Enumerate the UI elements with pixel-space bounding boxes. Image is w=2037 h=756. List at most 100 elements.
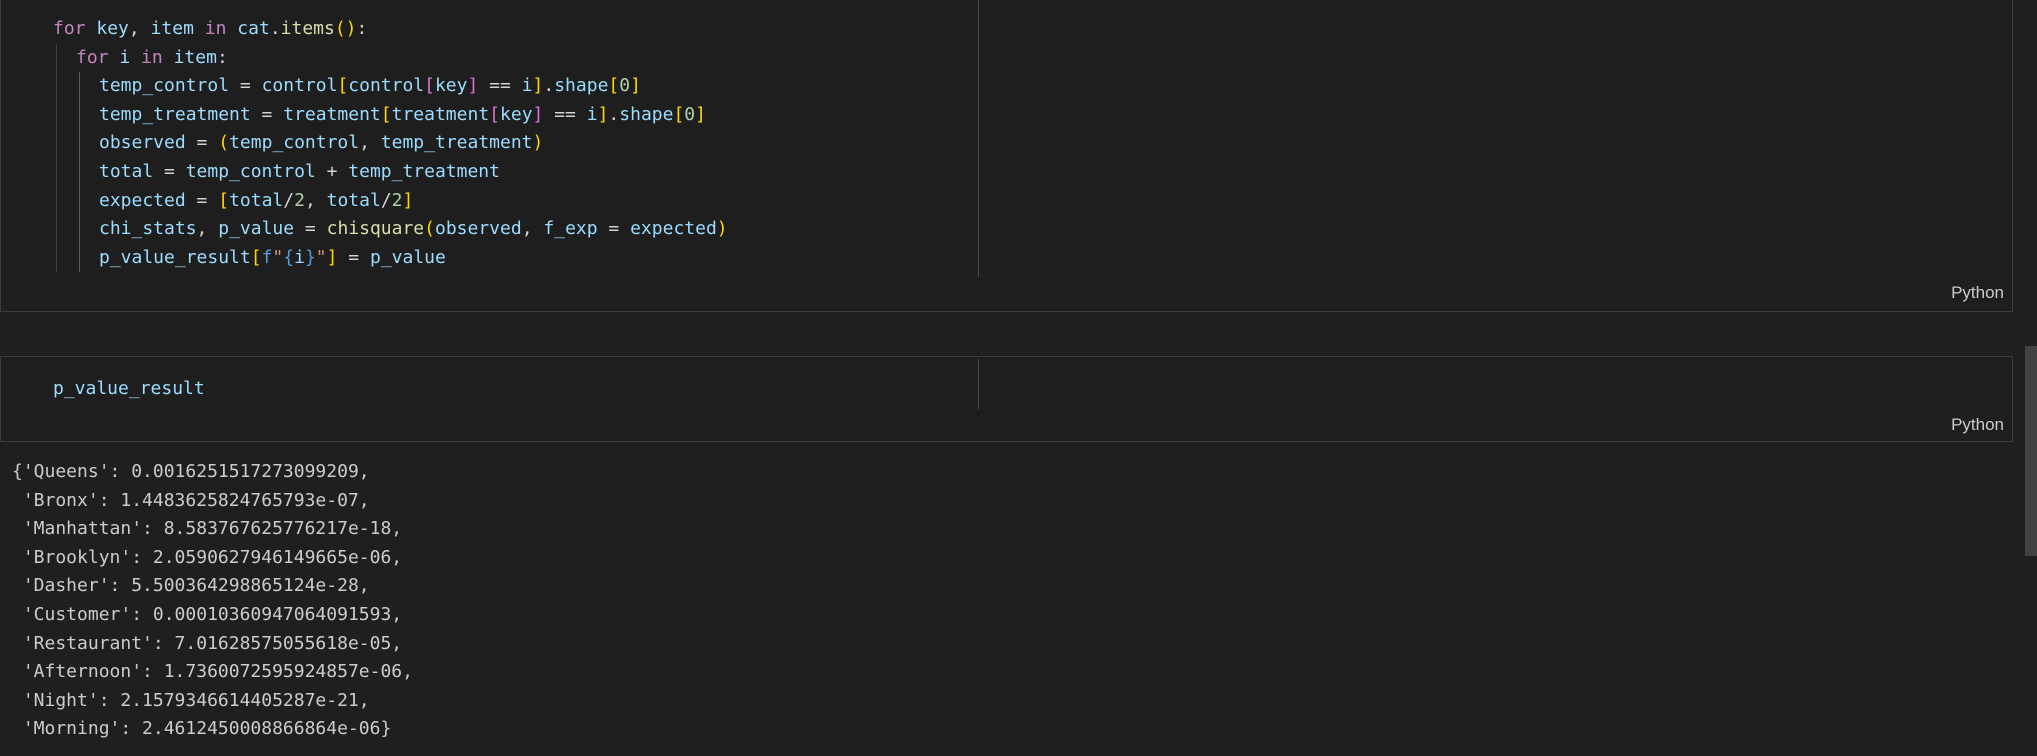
code-token: ] — [402, 189, 414, 211]
code-line: total = temp_control + temp_treatment — [53, 157, 728, 187]
code-token: for — [76, 46, 109, 68]
output-line: 'Restaurant': 7.01628575055618e-05, — [12, 632, 403, 654]
indent-guide — [56, 186, 57, 216]
code-token: i — [586, 103, 598, 125]
scrollbar-thumb[interactable] — [2025, 346, 2037, 556]
code-token: == — [478, 75, 522, 97]
output-line: 'Dasher': 5.500364298865124e-28, — [12, 575, 370, 597]
code-token: ) — [532, 132, 544, 154]
indent-guide — [56, 72, 57, 101]
code-token: . — [543, 75, 555, 97]
code-token: temp_control — [229, 132, 360, 154]
code-token: = — [153, 160, 186, 182]
code-token: { — [283, 246, 295, 268]
code-token: key — [500, 103, 533, 125]
code-token: temp_control — [99, 75, 230, 97]
code-token: " — [272, 246, 284, 268]
code-token: + — [315, 160, 349, 182]
code-token: 2 — [294, 189, 305, 211]
code-token: / — [283, 189, 295, 211]
code-token: items — [280, 18, 335, 39]
code-cell-2[interactable]: p_value_result Python — [0, 356, 2013, 442]
code-token: } — [304, 246, 316, 268]
code-token: temp_control — [185, 160, 316, 182]
output-line: 'Night': 2.1579346614405287e-21, — [12, 689, 370, 711]
code-token: [ — [424, 75, 435, 97]
editor-divider — [978, 359, 979, 409]
code-token: i — [119, 46, 131, 68]
code-token: , — [304, 189, 327, 211]
indent-guide — [79, 215, 80, 244]
indent-guide — [56, 100, 57, 130]
code-token: temp_treatment — [348, 160, 500, 182]
cell-language-label[interactable]: Python — [1951, 283, 2004, 303]
code-token: [ — [218, 189, 230, 211]
output-line: {'Queens': 0.0016251517273099209, — [12, 461, 370, 482]
code-token: ] — [532, 75, 544, 97]
code-token: ( — [424, 218, 435, 240]
code-token: ] — [532, 103, 544, 125]
code-token: ] — [630, 75, 641, 97]
code-editor[interactable]: p_value_result — [53, 375, 205, 404]
code-token: f_exp — [543, 218, 598, 240]
code-token: . — [269, 18, 281, 39]
code-token: [ — [608, 75, 620, 97]
cell-language-label[interactable]: Python — [1951, 415, 2004, 435]
indent-guide — [79, 157, 80, 187]
indent-guide — [56, 157, 57, 187]
code-token: ] — [467, 75, 479, 97]
code-token: total — [99, 160, 154, 182]
code-token: control — [261, 75, 338, 97]
code-token: item — [173, 46, 217, 68]
code-token: observed — [99, 132, 186, 154]
code-token: , — [128, 18, 151, 39]
code-token: [ — [673, 103, 685, 125]
code-token: ] — [695, 103, 706, 125]
output-line: 'Brooklyn': 2.0590627946149665e-06, — [12, 546, 403, 568]
code-token: = — [185, 132, 219, 154]
code-line: temp_control = control[control[key] == i… — [53, 72, 728, 101]
editor-divider — [978, 0, 979, 277]
code-token: cat — [237, 18, 270, 39]
code-token: [ — [380, 103, 392, 125]
code-token: item — [150, 18, 194, 39]
indent-guide — [79, 129, 80, 158]
code-token: temp_treatment — [99, 103, 251, 125]
code-token: = — [185, 189, 219, 211]
code-token: , — [521, 218, 544, 240]
code-editor[interactable]: for key, item in cat.items(): for i in it… — [53, 15, 728, 273]
code-token: [ — [489, 103, 501, 125]
code-cell-1[interactable]: for key, item in cat.items(): for i in it… — [0, 0, 2013, 312]
code-token: 2 — [391, 189, 403, 211]
indent-guide — [56, 43, 57, 73]
code-token: in — [141, 46, 163, 68]
code-token: shape — [619, 103, 674, 125]
code-token: 0 — [619, 75, 631, 97]
code-token: 0 — [684, 103, 696, 125]
code-token: == — [543, 103, 587, 125]
indent-guide — [79, 100, 80, 130]
code-token: , — [196, 218, 219, 240]
code-token: p_value_result — [99, 246, 251, 268]
output-line: 'Morning': 2.4612450008866864e-06} — [12, 718, 392, 740]
code-line: observed = (temp_control, temp_treatment… — [53, 129, 728, 158]
code-token: chisquare — [326, 218, 425, 240]
code-line: for i in item: — [53, 43, 728, 73]
code-token: total — [326, 189, 381, 211]
cell-output: {'Queens': 0.0016251517273099209, 'Bronx… — [12, 458, 413, 744]
output-line: 'Customer': 0.00010360947064091593, — [12, 603, 403, 625]
code-token: ] — [597, 103, 609, 125]
code-token: [ — [337, 75, 349, 97]
code-token: = — [229, 75, 262, 97]
code-token: = — [337, 246, 370, 268]
code-token: ( — [218, 132, 230, 154]
code-token: : — [356, 18, 368, 39]
code-line: expected = [total/2, total/2] — [53, 186, 728, 216]
code-token: in — [204, 18, 227, 39]
code-token: key — [96, 18, 129, 39]
code-token: ] — [326, 246, 338, 268]
indent-guide — [79, 186, 80, 216]
output-line: 'Afternoon': 1.7360072595924857e-06, — [12, 661, 413, 683]
